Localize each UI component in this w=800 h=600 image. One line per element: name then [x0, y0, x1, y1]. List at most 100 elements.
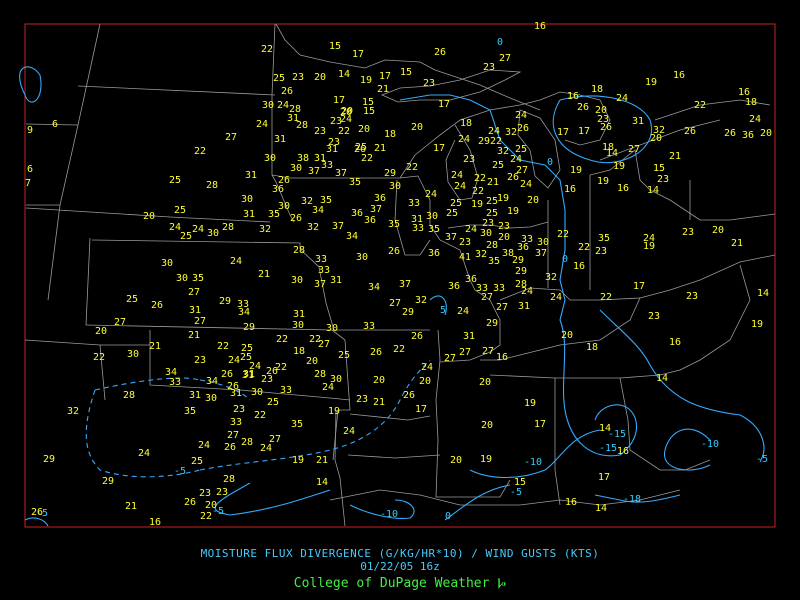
wind-gust-value: 19	[292, 455, 304, 466]
wind-gust-value: 19	[497, 193, 509, 204]
wind-gust-value: 26	[388, 246, 400, 257]
wind-gust-value: 35	[291, 419, 303, 430]
wind-gust-value: 14	[606, 148, 618, 159]
wind-gust-value: 36	[272, 184, 284, 195]
wind-gust-value: 30	[205, 393, 217, 404]
wind-gust-value: 24	[465, 224, 477, 235]
wind-gust-value: 26	[290, 213, 302, 224]
wind-gust-value: 37	[314, 279, 326, 290]
wind-gust-value: 19	[480, 454, 492, 465]
wind-gust-value: 26	[370, 347, 382, 358]
wind-gust-value: 30	[356, 252, 368, 263]
wind-gust-value: 22	[406, 162, 418, 173]
wind-gust-value: 23	[216, 487, 228, 498]
wind-gust-value: 19	[328, 406, 340, 417]
wind-gust-value: 24	[454, 181, 466, 192]
wind-gust-value: 23	[356, 394, 368, 405]
wind-gust-value: 28	[296, 120, 308, 131]
wind-gust-value: 30	[176, 273, 188, 284]
wind-gust-value: 27	[225, 132, 237, 143]
wind-gust-value: 21	[316, 455, 328, 466]
wind-gust-value: 23	[194, 355, 206, 366]
wind-gust-value: 27	[516, 165, 528, 176]
wind-gust-value: 20	[498, 232, 510, 243]
wind-gust-value: 32	[497, 146, 509, 157]
wind-gust-value: 29	[243, 322, 255, 333]
wind-gust-value: 15	[329, 41, 341, 52]
wind-gust-value: 33	[230, 417, 242, 428]
contour-label: -5	[510, 487, 522, 498]
wind-gust-value: 23	[314, 126, 326, 137]
wind-gust-value: 34	[312, 205, 324, 216]
wind-gust-value: 30	[480, 228, 492, 239]
wind-gust-value: 30	[241, 194, 253, 205]
wind-gust-value: 35	[428, 224, 440, 235]
wind-gust-value: 24	[458, 134, 470, 145]
wind-gust-value: 41	[459, 252, 471, 263]
wind-gust-value: 30	[161, 258, 173, 269]
wind-gust-value: 33	[280, 385, 292, 396]
wind-gust-value: 17	[578, 126, 590, 137]
wind-gust-value: 20	[411, 122, 423, 133]
wind-gust-value: 22	[472, 186, 484, 197]
wind-gust-value: 17	[438, 99, 450, 110]
wind-gust-value: 23	[233, 404, 245, 415]
wind-gust-value: 35	[598, 233, 610, 244]
wind-gust-value: 26	[724, 128, 736, 139]
wind-gust-value: 24	[198, 440, 210, 451]
wind-gust-value: 17	[433, 143, 445, 154]
wind-gust-value: 31	[243, 209, 255, 220]
contour-label: -10	[380, 509, 398, 520]
wind-gust-value: 29	[486, 318, 498, 329]
wind-gust-value: 19	[570, 165, 582, 176]
wind-gust-value: 23	[199, 488, 211, 499]
wind-gust-value: 31	[245, 170, 257, 181]
wind-gust-value: 31	[326, 144, 338, 155]
wind-gust-value: 16	[673, 70, 685, 81]
wind-gust-value: 27	[188, 287, 200, 298]
wind-gust-value: 19	[360, 75, 372, 86]
wind-gust-value: 20	[306, 356, 318, 367]
wind-gust-value: 30	[264, 153, 276, 164]
wind-gust-value: 20	[314, 72, 326, 83]
wind-gust-value: 26	[184, 497, 196, 508]
wind-gust-value: 25	[492, 160, 504, 171]
contour-label: 0	[445, 511, 451, 522]
wind-gust-value: 18	[460, 118, 472, 129]
wind-gust-value: 24	[340, 114, 352, 125]
wind-gust-value: 24	[515, 110, 527, 121]
wind-gust-value: 34	[346, 231, 358, 242]
wind-gust-value: 31	[243, 369, 255, 380]
wind-gust-value: 22	[276, 334, 288, 345]
wind-gust-value: 33	[408, 198, 420, 209]
wind-gust-value: 31	[632, 116, 644, 127]
wind-gust-value: 32	[475, 249, 487, 260]
wind-gust-value: 34	[206, 376, 218, 387]
wind-gust-value: 6	[27, 164, 33, 175]
contour-label: 0	[562, 254, 568, 265]
wind-gust-value: 24	[322, 382, 334, 393]
wind-gust-value: 31	[274, 134, 286, 145]
wind-gust-value: 26	[684, 126, 696, 137]
wind-gust-value: 32	[259, 224, 271, 235]
wind-gust-value: 25	[191, 456, 203, 467]
wind-gust-value: 22	[254, 410, 266, 421]
wind-gust-value: 30	[207, 228, 219, 239]
wind-gust-value: 26	[221, 369, 233, 380]
wind-gust-value: 23	[498, 221, 510, 232]
wind-gust-value: 26	[281, 86, 293, 97]
wind-gust-value: 35	[192, 273, 204, 284]
wind-gust-value: 18	[293, 346, 305, 357]
wind-gust-value: 21	[669, 151, 681, 162]
wind-gust-value: 31	[189, 390, 201, 401]
wind-gust-value: 24	[425, 189, 437, 200]
wind-gust-value: 33	[315, 254, 327, 265]
wind-gust-value: 37	[445, 232, 457, 243]
wind-gust-value: 22	[200, 511, 212, 522]
contour-label: -5	[756, 454, 768, 465]
wind-gust-value: 17	[534, 419, 546, 430]
wind-gust-value: 24	[277, 100, 289, 111]
wind-gust-value: 20	[479, 377, 491, 388]
wind-gust-value: 16	[567, 91, 579, 102]
wind-gust-value: 30	[290, 163, 302, 174]
